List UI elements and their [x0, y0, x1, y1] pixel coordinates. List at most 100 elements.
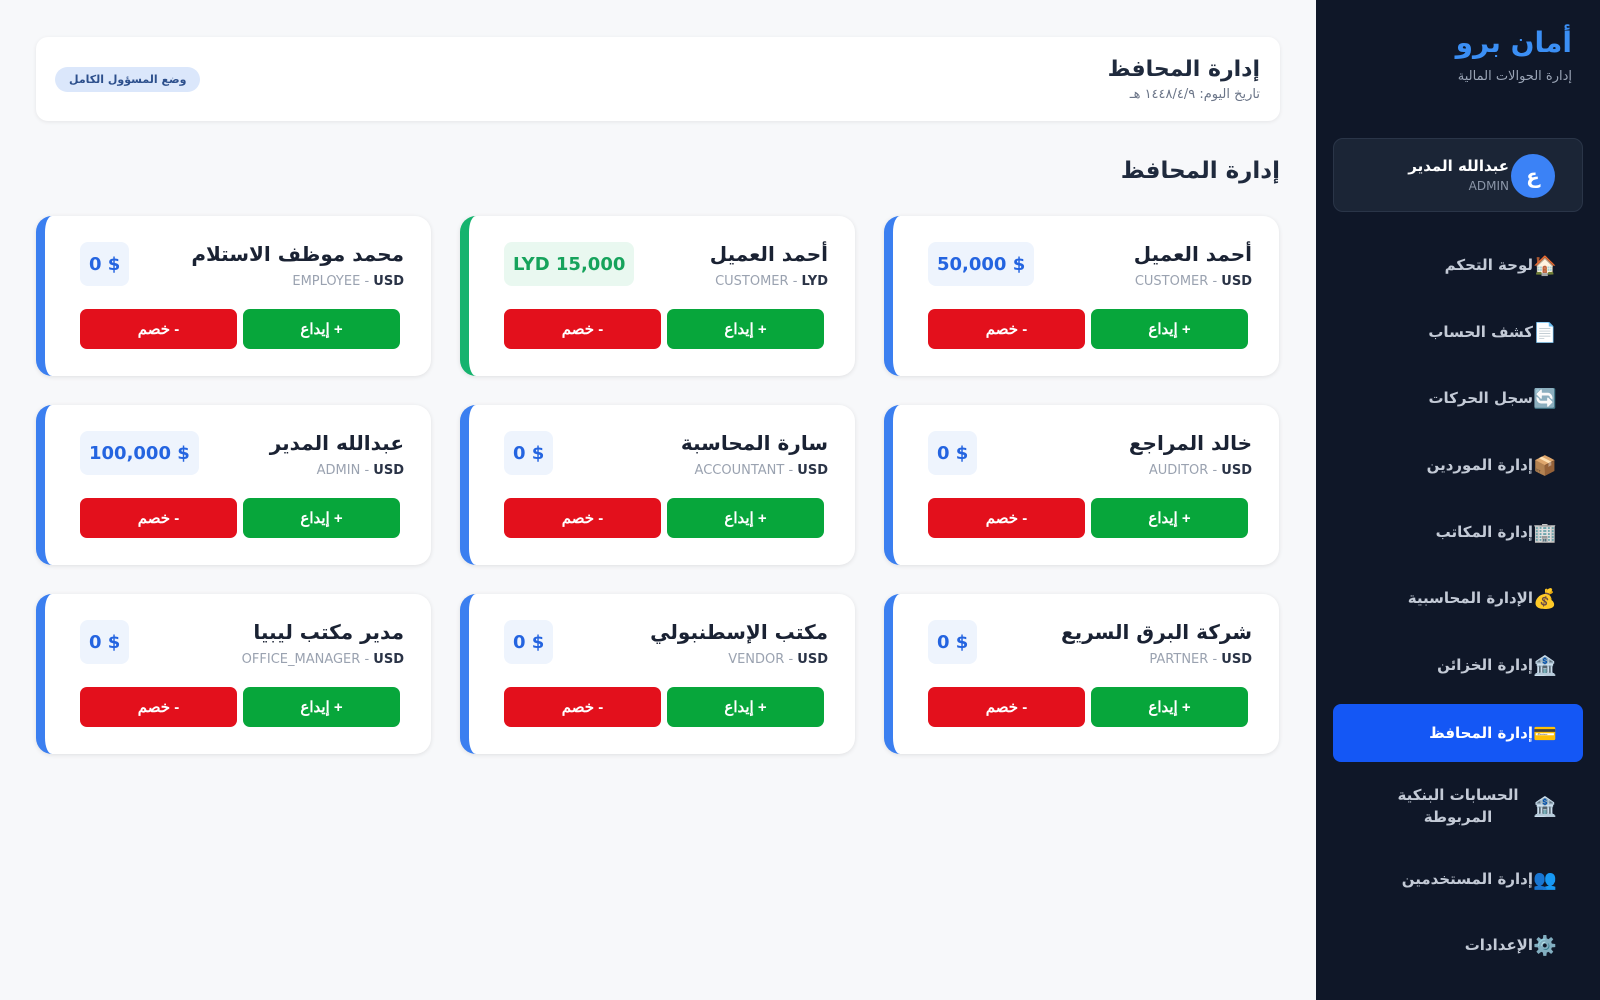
- wallet-role-text: CUSTOMER: [1134, 274, 1209, 289]
- wallet-currency: USD: [797, 463, 828, 478]
- sidebar-item-vendors[interactable]: 📦 إدارة الموردين: [1333, 436, 1583, 494]
- sidebar-item-label: إدارة المحافظ: [1429, 724, 1533, 742]
- wallet-balance: 0 $: [80, 620, 130, 664]
- office-building-icon: 🏢: [1533, 521, 1557, 544]
- wallet-card: خالد المراجع AUDITOR - USD 0 $ + إيداع -…: [884, 405, 1279, 565]
- brand-title: أمان برو: [1455, 26, 1572, 59]
- deposit-button[interactable]: + إيداع: [1091, 309, 1248, 349]
- wallet-card: عبدالله المدير ADMIN - USD 100,000 $ + إ…: [36, 405, 431, 565]
- wallet-owner-name: خالد المراجع: [1128, 431, 1252, 455]
- deposit-button[interactable]: + إيداع: [243, 687, 400, 727]
- wallet-card: سارة المحاسبة ACCOUNTANT - USD 0 $ + إيد…: [460, 405, 855, 565]
- refresh-icon: 🔄: [1533, 387, 1557, 410]
- deposit-button[interactable]: + إيداع: [1091, 687, 1248, 727]
- deposit-button[interactable]: + إيداع: [667, 309, 824, 349]
- wallet-currency: LYD: [801, 274, 828, 289]
- withdraw-button[interactable]: - خصم: [80, 309, 237, 349]
- wallet-currency: USD: [373, 652, 404, 667]
- sidebar-item-label: إدارة الخزائن: [1437, 656, 1533, 674]
- sidebar-item-users[interactable]: 👥 إدارة المستخدمين: [1333, 850, 1583, 908]
- user-card[interactable]: ع عبدالله المدير ADMIN: [1333, 138, 1583, 212]
- wallet-currency: USD: [1221, 652, 1252, 667]
- section-title: إدارة المحافظ: [1120, 158, 1280, 184]
- sidebar-item-offices[interactable]: 🏢 إدارة المكاتب: [1333, 503, 1583, 561]
- wallet-role-text: OFFICE_MANAGER: [241, 652, 361, 667]
- wallet-role: PARTNER - USD: [1149, 652, 1252, 667]
- avatar: ع: [1511, 154, 1555, 198]
- wallet-currency: USD: [373, 463, 404, 478]
- wallet-card: أحمد العميل CUSTOMER - USD 50,000 $ + إي…: [884, 216, 1279, 376]
- sidebar-item-bank-accounts[interactable]: 🏦 الحسابات البنكية المربوطة: [1333, 768, 1583, 844]
- brand-subtitle: إدارة الحوالات المالية: [1457, 69, 1572, 84]
- wallet-balance: 0 $: [504, 431, 554, 475]
- wallet-role-text: ADMIN: [316, 463, 361, 478]
- wallet-owner-name: شركة البرق السريع: [1061, 620, 1252, 644]
- wallet-balance: 50,000 $: [928, 242, 1035, 286]
- sidebar-item-label: لوحة التحكم: [1444, 256, 1533, 274]
- wallet-role: CUSTOMER - LYD: [715, 274, 828, 289]
- sidebar-item-statement[interactable]: 📄 كشف الحساب: [1333, 303, 1583, 361]
- wallet-card: مدير مكتب ليبيا OFFICE_MANAGER - USD 0 $…: [36, 594, 431, 754]
- wallet-role: ADMIN - USD: [316, 463, 404, 478]
- sidebar-item-dashboard[interactable]: 🏠 لوحة التحكم: [1333, 236, 1583, 294]
- brand: أمان برو إدارة الحوالات المالية: [1456, 26, 1572, 84]
- withdraw-button[interactable]: - خصم: [504, 498, 661, 538]
- withdraw-button[interactable]: - خصم: [928, 309, 1085, 349]
- wallet-owner-name: سارة المحاسبة: [680, 431, 828, 455]
- sidebar-item-label: الإدارة المحاسبية: [1407, 589, 1533, 607]
- wallet-role-text: PARTNER: [1149, 652, 1209, 667]
- wallet-owner-name: عبدالله المدير: [269, 431, 404, 455]
- sidebar: أمان برو إدارة الحوالات المالية ع عبدالل…: [1316, 0, 1600, 1000]
- wallet-role: EMPLOYEE - USD: [292, 274, 404, 289]
- withdraw-button[interactable]: - خصم: [80, 687, 237, 727]
- sidebar-item-label: الحسابات البنكية المربوطة: [1397, 786, 1519, 826]
- document-icon: 📄: [1533, 321, 1557, 344]
- sidebar-item-accounting[interactable]: 💰 الإدارة المحاسبية: [1333, 569, 1583, 627]
- wallet-owner-name: أحمد العميل: [1133, 242, 1252, 266]
- sidebar-item-label: إدارة الموردين: [1426, 456, 1533, 474]
- wallet-role-text: VENDOR: [728, 652, 785, 667]
- deposit-button[interactable]: + إيداع: [1091, 498, 1248, 538]
- withdraw-button[interactable]: - خصم: [504, 687, 661, 727]
- wallet-role: VENDOR - USD: [728, 652, 828, 667]
- wallet-balance: 100,000 $: [80, 431, 199, 475]
- withdraw-button[interactable]: - خصم: [928, 687, 1085, 727]
- withdraw-button[interactable]: - خصم: [928, 498, 1085, 538]
- wallet-owner-name: مكتب الإسطنبولي: [650, 620, 828, 644]
- sidebar-item-label: كشف الحساب: [1428, 323, 1533, 341]
- withdraw-button[interactable]: - خصم: [80, 498, 237, 538]
- wallet-balance: 0 $: [80, 242, 130, 286]
- header-date: تاريخ اليوم: ١٤٤٨/٤/٩ هـ: [1129, 87, 1260, 102]
- wallet-role: CUSTOMER - USD: [1134, 274, 1252, 289]
- page-title: إدارة المحافظ: [1107, 57, 1260, 82]
- deposit-button[interactable]: + إيداع: [243, 309, 400, 349]
- wallet-card: شركة البرق السريع PARTNER - USD 0 $ + إي…: [884, 594, 1279, 754]
- bank-icon: 🏦: [1533, 795, 1557, 818]
- user-info: عبدالله المدير ADMIN: [1408, 157, 1509, 193]
- sidebar-item-wallets[interactable]: 💳 إدارة المحافظ: [1333, 704, 1583, 762]
- sidebar-item-label: إدارة المكاتب: [1435, 523, 1533, 541]
- gear-icon: ⚙️: [1533, 934, 1557, 957]
- user-name: عبدالله المدير: [1408, 157, 1509, 175]
- users-icon: 👥: [1533, 868, 1557, 891]
- credit-card-icon: 💳: [1533, 722, 1557, 745]
- sidebar-item-transactions[interactable]: 🔄 سجل الحركات: [1333, 369, 1583, 427]
- wallet-role-text: CUSTOMER: [715, 274, 789, 289]
- deposit-button[interactable]: + إيداع: [667, 687, 824, 727]
- wallet-card: مكتب الإسطنبولي VENDOR - USD 0 $ + إيداع…: [460, 594, 855, 754]
- withdraw-button[interactable]: - خصم: [504, 309, 661, 349]
- sidebar-item-settings[interactable]: ⚙️ الإعدادات: [1333, 916, 1583, 974]
- sidebar-item-label: سجل الحركات: [1428, 389, 1533, 407]
- money-bag-icon: 💰: [1533, 587, 1557, 610]
- wallet-owner-name: أحمد العميل: [709, 242, 828, 266]
- home-icon: 🏠: [1533, 254, 1557, 277]
- user-role: ADMIN: [1468, 179, 1509, 193]
- deposit-button[interactable]: + إيداع: [243, 498, 400, 538]
- bank-icon: 🏦: [1533, 654, 1557, 677]
- deposit-button[interactable]: + إيداع: [667, 498, 824, 538]
- wallet-role: OFFICE_MANAGER - USD: [241, 652, 404, 667]
- wallet-role-text: EMPLOYEE: [292, 274, 361, 289]
- sidebar-item-treasuries[interactable]: 🏦 إدارة الخزائن: [1333, 636, 1583, 694]
- wallet-currency: USD: [373, 274, 404, 289]
- wallet-currency: USD: [1221, 274, 1252, 289]
